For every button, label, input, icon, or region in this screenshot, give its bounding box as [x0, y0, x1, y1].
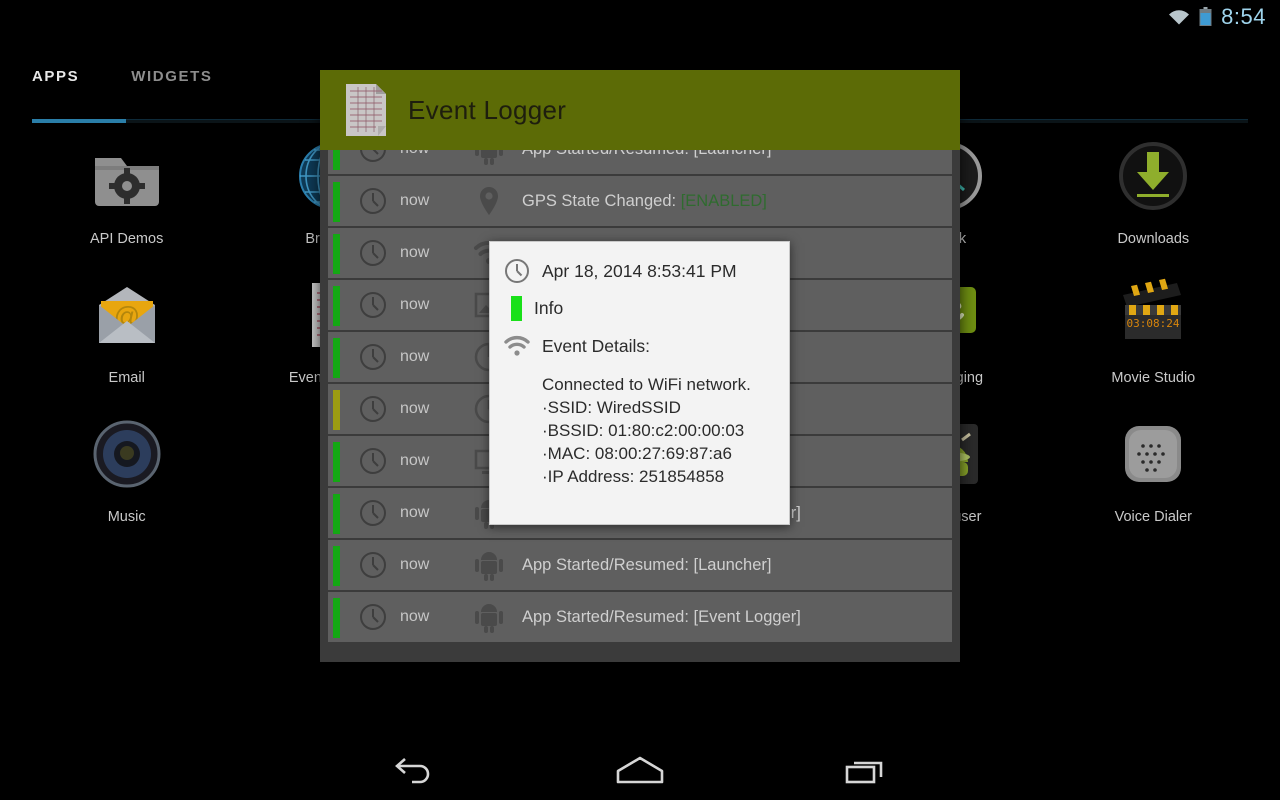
dialog-body-line: ·SSID: WiredSSID [542, 398, 681, 418]
severity-bar [333, 338, 340, 378]
table-row[interactable]: now GPS State Changed: [ENABLED] [328, 176, 952, 228]
severity-bar [333, 546, 340, 586]
app-label: API Demos [89, 231, 164, 247]
gps-pin-icon [480, 187, 498, 215]
dialog-body: Connected to WiFi network. ·SSID: WiredS… [504, 373, 775, 489]
recents-button[interactable] [838, 750, 894, 790]
app-icon-music[interactable]: Music [24, 408, 229, 547]
clock-icon [360, 240, 386, 266]
wifi-icon [504, 335, 530, 356]
row-message-text: GPS State Changed: [522, 191, 681, 210]
home-icon [616, 756, 664, 784]
dialog-timestamp: Apr 18, 2014 8:53:41 PM [542, 260, 737, 281]
event-logger-titlebar: Event Logger [320, 70, 960, 150]
dialog-severity-label: Info [534, 298, 564, 318]
android-icon [475, 150, 503, 165]
severity-bar [333, 442, 340, 482]
tab-widgets[interactable]: WIDGETS [131, 68, 212, 89]
voice-dialer-icon [1125, 426, 1182, 482]
recents-icon [845, 761, 883, 784]
app-icon-api-demos[interactable]: API Demos [24, 130, 229, 269]
dialog-body-line: ·BSSID: 01:80:c2:00:00:03 [542, 421, 745, 441]
android-tablet-screen: APPS WIDGETS API Demos Downloads @ Email… [0, 0, 1280, 800]
app-icon-voice-dialer[interactable]: Voice Dialer [1051, 408, 1256, 547]
table-row[interactable]: now App Started/Resumed: [Launcher] [328, 540, 952, 592]
row-message: App Started/Resumed: [Launcher] [522, 555, 772, 574]
clock-icon [360, 552, 386, 578]
dialog-severity-row: Info [504, 296, 775, 321]
row-time: now [400, 244, 430, 261]
severity-bar [511, 296, 522, 321]
severity-bar [333, 286, 340, 326]
row-message: GPS State Changed: [ENABLED] [522, 192, 767, 211]
battery-icon [1199, 7, 1212, 26]
clock-icon [360, 448, 386, 474]
severity-bar [333, 150, 340, 170]
clock-icon [360, 604, 386, 630]
dialog-body-line: Connected to WiFi network. [542, 375, 751, 394]
row-time: now [400, 150, 468, 158]
dialog-details-row: Event Details: [504, 333, 775, 359]
back-icon [395, 758, 430, 784]
status-bar: 8:54 [0, 0, 1280, 34]
row-message: App Started/Resumed: [Launcher] [522, 150, 771, 159]
clock-icon [360, 396, 386, 422]
dialog-timestamp-row: Apr 18, 2014 8:53:41 PM [504, 258, 775, 284]
android-icon [475, 552, 503, 581]
log-document-icon [346, 84, 386, 136]
launcher-tabs: APPS WIDGETS [32, 68, 212, 89]
status-bar-clock: 8:54 [1221, 4, 1266, 29]
navigation-bar [0, 740, 1280, 800]
app-label: Email [108, 370, 145, 386]
clock-icon [360, 150, 386, 162]
dialog-details-label: Event Details: [542, 335, 650, 356]
row-message-highlight: [ENABLED] [680, 191, 767, 210]
download-arrow-icon [1119, 142, 1188, 210]
table-row[interactable]: now App Started/Resumed: [Event Logger] [328, 592, 952, 644]
clock-icon [360, 292, 386, 318]
row-time: now [400, 504, 430, 521]
severity-bar [333, 182, 340, 222]
severity-bar [333, 494, 340, 534]
clock-icon [360, 344, 386, 370]
row-time: now [400, 556, 430, 573]
row-time: now [400, 192, 430, 209]
app-icon-email[interactable]: @ Email [24, 269, 229, 408]
clock-icon [505, 259, 529, 283]
row-time: now [400, 608, 430, 625]
severity-bar [333, 598, 340, 638]
row-message: App Started/Resumed: [Event Logger] [522, 607, 801, 626]
event-logger-title: Event Logger [408, 94, 567, 125]
row-time: now [400, 296, 430, 313]
svg-text:03:08:24: 03:08:24 [1127, 317, 1180, 330]
dialog-body-line: ·MAC: 08:00:27:69:87:a6 [542, 444, 732, 464]
home-button[interactable] [612, 750, 668, 790]
back-button[interactable] [386, 750, 442, 790]
dialog-body-line: ·IP Address: 251854858 [542, 467, 725, 487]
row-time: now [400, 400, 430, 417]
clock-icon [360, 500, 386, 526]
severity-bar [333, 234, 340, 274]
folder-gear-icon [94, 158, 159, 206]
app-icon-downloads[interactable]: Downloads [1051, 130, 1256, 269]
app-icon-movie-studio[interactable]: 03:08:24 Movie Studio [1051, 269, 1256, 408]
clapperboard-icon: 03:08:24 [1123, 278, 1182, 339]
tab-apps[interactable]: APPS [32, 68, 79, 89]
app-label: Music [107, 509, 146, 525]
wifi-icon [1169, 10, 1190, 25]
app-label: Voice Dialer [1114, 509, 1192, 525]
table-row[interactable]: now App Started/Resumed: [Launcher] [328, 150, 952, 176]
clock-icon [360, 188, 386, 214]
speaker-icon [93, 420, 161, 488]
android-icon [475, 604, 503, 633]
row-time: now [400, 452, 430, 469]
event-detail-dialog[interactable]: Apr 18, 2014 8:53:41 PM Info Event Detai… [489, 241, 790, 525]
severity-bar [333, 390, 340, 430]
row-time: now [400, 348, 430, 365]
app-label: Movie Studio [1111, 370, 1196, 386]
app-label: Downloads [1117, 231, 1190, 247]
email-envelope-icon: @ [98, 287, 155, 343]
